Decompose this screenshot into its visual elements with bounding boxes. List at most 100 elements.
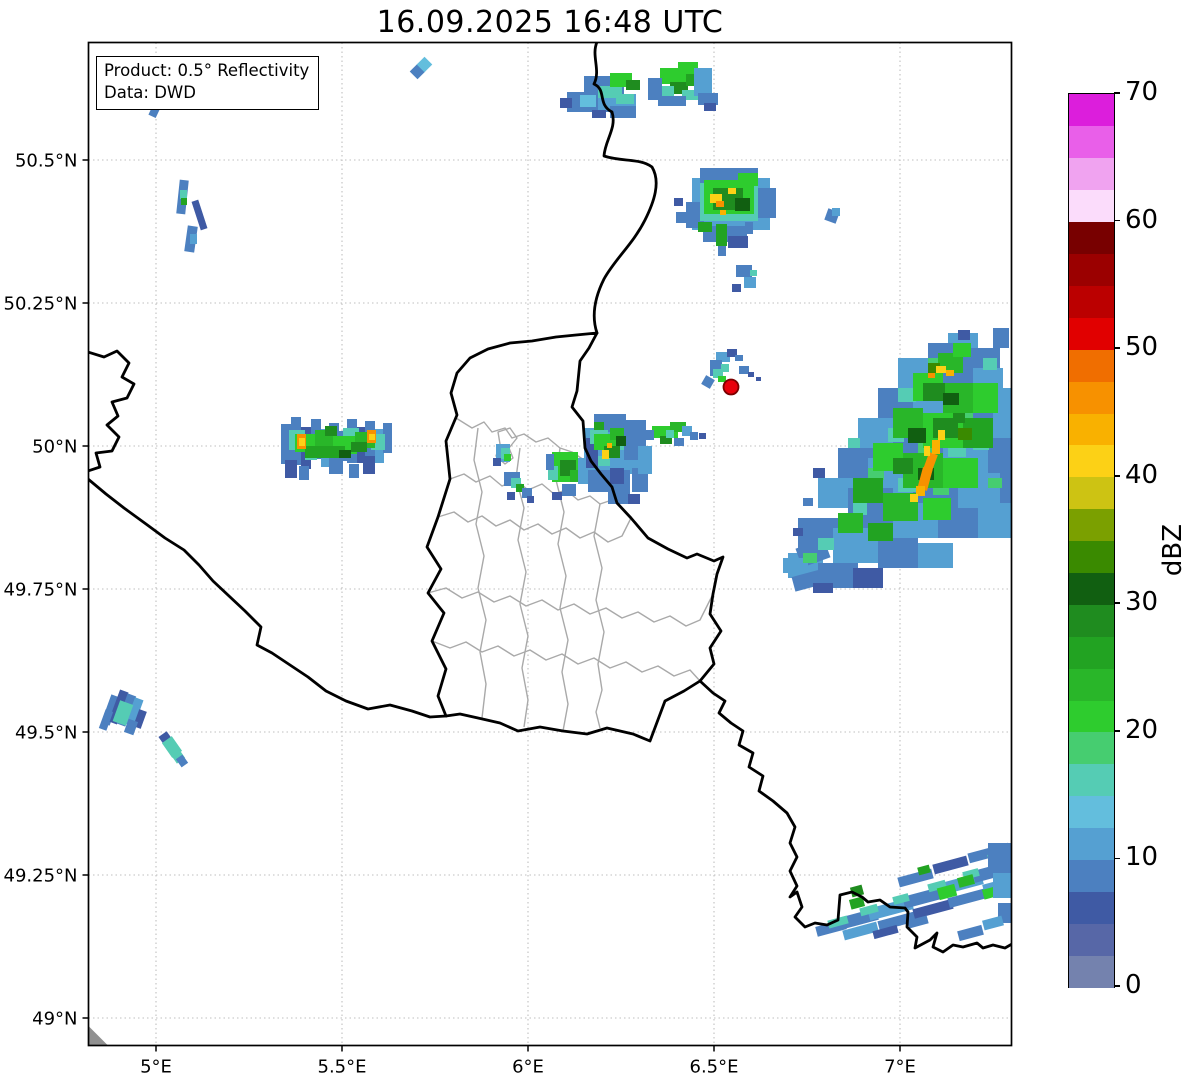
echo-cell (676, 212, 689, 223)
echo-cell (646, 430, 654, 440)
echo-cell (527, 496, 534, 503)
echo-cell (936, 366, 946, 373)
x-tick-label: 7°E (884, 1057, 916, 1078)
admin-border-path (427, 587, 714, 627)
echo-cell (704, 103, 716, 111)
axis-tick-labels: 5°E 5.5°E 6°E 6.5°E 7°E 50.5°N 50.25°N 50°N 49.7… (4, 151, 916, 1078)
radar-figure: 16.09.2025 16:48 UTC Product: 0.5° Refle… (0, 0, 1202, 1081)
echo-cell (943, 393, 959, 405)
echo-cell (299, 438, 305, 446)
echo-cell (756, 188, 776, 218)
echo-cell (701, 375, 715, 389)
echo-cell (299, 466, 309, 480)
echo-cell (602, 450, 609, 459)
echo-cell (698, 222, 712, 232)
echo-cell (818, 478, 853, 508)
echo-cell (908, 428, 926, 443)
echo-cell (718, 246, 726, 256)
echo-cell (923, 498, 951, 520)
colorbar-segment (1069, 827, 1114, 861)
echo-cell (716, 224, 727, 246)
echo-cell (607, 443, 612, 448)
echo-cell (363, 456, 375, 474)
echo-cell (716, 201, 724, 207)
admin-border-path (473, 427, 487, 719)
echo-cell (666, 430, 674, 438)
colorbar-tick-label: 70 (1125, 77, 1159, 107)
echo-cell (728, 236, 748, 248)
echo-cell (932, 855, 969, 875)
y-tick-label: 50°N (32, 437, 77, 458)
data-source-line: Data: DWD (104, 82, 196, 102)
colorbar-segment (1069, 604, 1114, 637)
colorbar-tick-label: 0 (1125, 970, 1142, 1000)
echo-cell (329, 458, 343, 474)
echo-cell (923, 383, 945, 401)
echo-cell (938, 430, 945, 440)
dbz-colorbar (1068, 93, 1115, 988)
echo-cell (943, 458, 978, 488)
echo-cell (616, 94, 634, 104)
echo-cell (658, 96, 686, 106)
y-tick-label: 49.25°N (4, 866, 78, 887)
echo-cell (953, 413, 965, 423)
echo-cell (616, 436, 626, 446)
echo-cell (918, 543, 953, 568)
colorbar-segment (1069, 699, 1114, 733)
colorbar-tick-mark (1114, 602, 1120, 605)
echo-cell (580, 95, 596, 107)
echo-cell (739, 366, 749, 374)
echo-cell (893, 458, 913, 474)
echo-cell (504, 454, 511, 461)
echo-cell (674, 438, 684, 446)
echo-cell (924, 446, 930, 456)
colorbar-segment (1069, 668, 1114, 701)
colorbar-segment (1069, 795, 1114, 829)
y-tick-label: 49.5°N (15, 723, 78, 744)
country-border-path (698, 679, 1012, 954)
echo-cell (993, 328, 1009, 348)
colorbar-tick-label: 40 (1125, 459, 1159, 490)
colorbar-segment (1069, 891, 1114, 924)
echo-cell (983, 358, 997, 370)
echo-cell (369, 434, 375, 440)
colorbar-segment (1069, 253, 1114, 286)
echo-cell (285, 460, 297, 478)
x-tick-label: 6°E (512, 1057, 544, 1078)
echo-cell (732, 284, 741, 292)
colorbar-segment (1069, 381, 1114, 414)
echo-cell (610, 468, 624, 484)
colorbar-segment (1069, 476, 1114, 510)
colorbar-tick-label: 30 (1125, 587, 1159, 618)
echo-cell (813, 468, 825, 478)
radar-map: 5°E 5.5°E 6°E 6.5°E 7°E 50.5°N 50.25°N 50°N 49.7… (4, 41, 1013, 1078)
echo-cell (928, 373, 935, 378)
echo-cell (838, 448, 873, 478)
admin-border-path (437, 511, 632, 543)
colorbar-segment (1069, 125, 1114, 159)
echo-cell (818, 538, 834, 550)
echo-cell (958, 330, 970, 340)
echo-cell (910, 494, 918, 502)
colorbar-tick-label: 20 (1125, 714, 1159, 745)
echo-cell (735, 355, 743, 361)
axis-tick-marks (82, 159, 901, 1052)
echo-cell (694, 68, 712, 96)
colorbar-tick-mark (1114, 857, 1120, 860)
colorbar-segment (1069, 572, 1114, 605)
colorbar-segment (1069, 955, 1114, 988)
echo-cell (978, 503, 1012, 538)
station-marker-dot (722, 378, 740, 396)
echo-cell (718, 376, 726, 382)
colorbar-segment (1069, 317, 1114, 350)
colorbar-tick-mark (1114, 219, 1120, 222)
echo-cell (838, 513, 863, 533)
echo-cell (878, 538, 918, 568)
x-tick-label: 6.5°E (690, 1057, 739, 1078)
echo-cell (813, 583, 833, 593)
echo-cell (738, 173, 758, 186)
colorbar-segment (1069, 540, 1114, 573)
colorbar-segment (1069, 221, 1114, 255)
echo-cell (720, 210, 726, 215)
x-tick-label: 5°E (140, 1057, 172, 1078)
